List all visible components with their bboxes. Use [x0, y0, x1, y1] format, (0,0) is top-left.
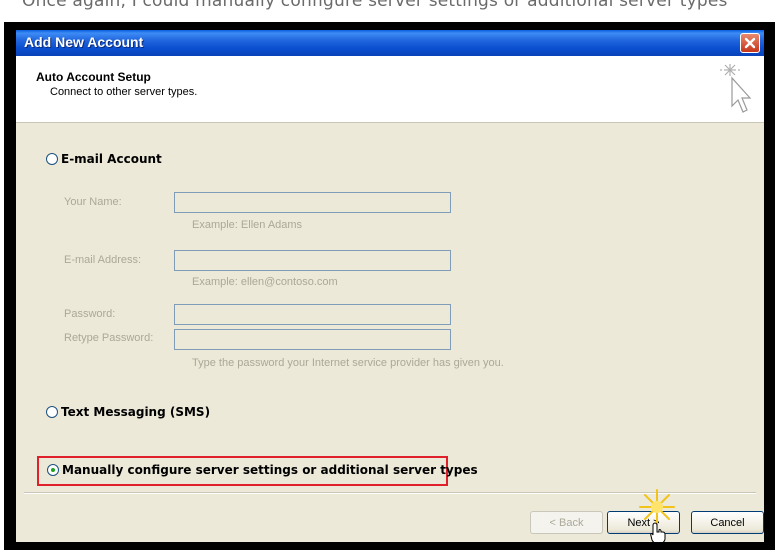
cursor-sparkle-icon: [720, 64, 752, 113]
email-account-label: E-mail Account: [61, 152, 162, 166]
retype-password-input[interactable]: [174, 329, 451, 350]
retype-password-label: Retype Password:: [64, 332, 154, 344]
back-button[interactable]: < Back: [530, 511, 603, 534]
email-account-option[interactable]: E-mail Account: [46, 152, 162, 166]
add-account-dialog: Add New Account Auto Account Setup Conne…: [16, 30, 764, 542]
email-address-input[interactable]: [174, 250, 451, 271]
password-label: Password:: [64, 308, 116, 320]
tutorial-caption-strip: Once again, I could manually configure s…: [0, 0, 779, 22]
close-icon: [744, 37, 756, 49]
cancel-button[interactable]: Cancel: [691, 511, 764, 534]
text-messaging-label: Text Messaging (SMS): [61, 405, 211, 419]
dialog-header: Auto Account Setup Connect to other serv…: [16, 56, 764, 123]
hand-pointer-icon: [650, 522, 666, 542]
email-address-hint: Example: ellen@contoso.com: [192, 276, 338, 288]
page-subtitle: Connect to other server types.: [50, 86, 198, 98]
screenshot-frame: Add New Account Auto Account Setup Conne…: [4, 22, 775, 550]
your-name-hint: Example: Ellen Adams: [192, 219, 303, 231]
tutorial-caption: Once again, I could manually configure s…: [22, 0, 728, 11]
password-input[interactable]: [174, 304, 451, 325]
email-account-radio[interactable]: [46, 153, 58, 165]
close-button[interactable]: [740, 33, 760, 53]
text-messaging-option[interactable]: Text Messaging (SMS): [46, 405, 210, 419]
manual-config-option[interactable]: Manually configure server settings or ad…: [47, 463, 478, 477]
password-hint: Type the password your Internet service …: [192, 357, 504, 369]
manual-config-radio[interactable]: [47, 464, 59, 476]
dialog-titlebar[interactable]: Add New Account: [16, 30, 764, 56]
manual-config-label: Manually configure server settings or ad…: [62, 463, 478, 477]
your-name-input[interactable]: [174, 192, 451, 213]
dialog-title: Add New Account: [24, 34, 144, 50]
your-name-label: Your Name:: [64, 196, 122, 208]
page-title: Auto Account Setup: [36, 70, 151, 84]
text-messaging-radio[interactable]: [46, 406, 58, 418]
email-address-label: E-mail Address:: [64, 254, 142, 266]
